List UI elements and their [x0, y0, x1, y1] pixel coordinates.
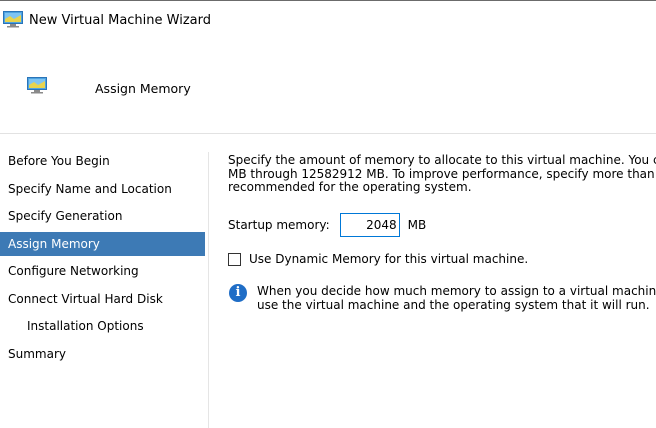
virtual-machine-icon — [3, 11, 23, 31]
wizard-steps-nav: Before You Begin Specify Name and Locati… — [0, 149, 205, 369]
virtual-machine-icon — [27, 77, 47, 97]
startup-memory-row: Startup memory: MB — [228, 213, 426, 237]
nav-step-connect-virtual-hard-disk[interactable]: Connect Virtual Hard Disk — [0, 287, 205, 311]
nav-step-generation[interactable]: Specify Generation — [0, 204, 205, 228]
main-panel: Specify the amount of memory to allocate… — [228, 153, 656, 311]
title-bar: New Virtual Machine Wizard — [0, 1, 656, 41]
nav-step-configure-networking[interactable]: Configure Networking — [0, 259, 205, 283]
wizard-content: Before You Begin Specify Name and Locati… — [0, 134, 656, 428]
page-title: Assign Memory — [95, 81, 191, 96]
nav-divider — [208, 152, 209, 428]
dynamic-memory-row: Use Dynamic Memory for this virtual mach… — [228, 250, 528, 268]
nav-step-before-you-begin[interactable]: Before You Begin — [0, 149, 205, 173]
memory-description: Specify the amount of memory to allocate… — [228, 153, 656, 195]
wizard-window: New Virtual Machine Wizard Assign Memory… — [0, 0, 656, 428]
nav-step-installation-options[interactable]: Installation Options — [0, 314, 205, 338]
info-text: When you decide how much memory to assig… — [257, 284, 656, 312]
startup-memory-input[interactable] — [339, 213, 400, 237]
nav-step-summary[interactable]: Summary — [0, 342, 205, 366]
startup-memory-unit: MB — [407, 218, 427, 232]
description-line: recommended for the operating system. — [228, 180, 472, 194]
window-title: New Virtual Machine Wizard — [29, 13, 211, 28]
dynamic-memory-label[interactable]: Use Dynamic Memory for this virtual mach… — [249, 252, 528, 266]
nav-step-name-and-location[interactable]: Specify Name and Location — [0, 177, 205, 201]
startup-memory-label: Startup memory: — [228, 218, 330, 232]
nav-step-assign-memory[interactable]: Assign Memory — [0, 231, 205, 256]
info-line: When you decide how much memory to assig… — [257, 284, 656, 298]
description-line: Specify the amount of memory to allocate… — [228, 153, 656, 167]
description-line: MB through 12582912 MB. To improve perfo… — [228, 166, 655, 181]
info-line: use the virtual machine and the operatin… — [257, 297, 650, 312]
info-icon: i — [229, 284, 247, 302]
dynamic-memory-checkbox[interactable] — [228, 252, 241, 266]
wizard-header: Assign Memory — [0, 41, 656, 134]
